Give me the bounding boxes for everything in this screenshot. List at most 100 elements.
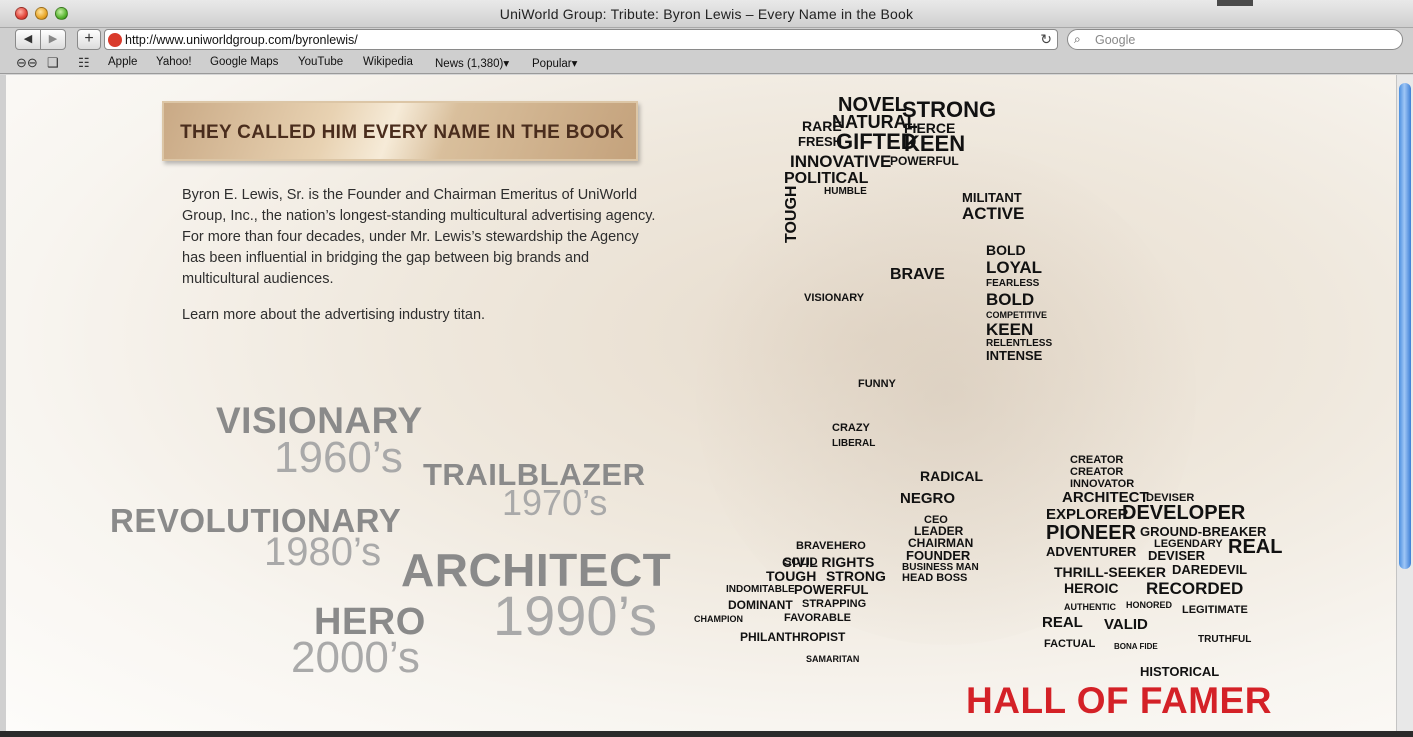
portrait-word: RADICAL <box>920 468 983 484</box>
forward-button[interactable]: ▶ <box>40 29 66 50</box>
portrait-word: LOYAL <box>986 258 1043 277</box>
headline-banner: THEY CALLED HIM EVERY NAME IN THE BOOK <box>162 101 638 161</box>
reload-icon[interactable]: ↻ <box>1040 31 1052 48</box>
portrait-word: REAL <box>1228 536 1283 558</box>
portrait-word: COMPETITIVE <box>986 310 1048 320</box>
portrait-word: FOUNDER <box>906 548 971 563</box>
vertical-scrollbar[interactable] <box>1396 75 1413 731</box>
portrait-word: BONA FIDE <box>1114 642 1158 651</box>
portrait-word: TRUTHFUL <box>1198 634 1252 645</box>
bookmark-youtube[interactable]: YouTube <box>298 56 343 68</box>
top-sites-icon[interactable]: ☷ <box>78 55 90 71</box>
portrait-word: REAL <box>1042 614 1083 631</box>
bookmark-apple[interactable]: Apple <box>108 56 137 68</box>
portrait-word: AUTHENTIC <box>1064 602 1116 612</box>
timeline-year-1990s: 1990’s <box>493 584 658 647</box>
portrait-word: PIONEER <box>1046 522 1137 544</box>
portrait-word: HISTORICAL <box>1140 664 1220 679</box>
portrait-word: BRAVE <box>796 540 834 552</box>
portrait-word: TOUGH <box>766 568 817 584</box>
portrait-word: FACTUAL <box>1044 638 1096 650</box>
portrait-word: VISIONARY <box>804 292 865 304</box>
portrait-word: MILITANT <box>962 190 1022 205</box>
portrait-word: KEEN <box>986 320 1034 339</box>
timeline-year-2000s: 2000’s <box>291 633 420 682</box>
timeline-year-1960s: 1960’s <box>274 433 403 482</box>
banner-title: THEY CALLED HIM EVERY NAME IN THE BOOK <box>180 122 624 143</box>
portrait-word: BOLD <box>986 242 1026 258</box>
desktop-thumbnail <box>1217 0 1253 6</box>
back-button[interactable]: ◀ <box>15 29 41 50</box>
bookmarks-bar: ⊖⊖ ❑ ☷ Apple Yahoo! Google Maps YouTube … <box>0 52 1413 74</box>
portrait-word: INNOVATIVE <box>790 152 892 171</box>
portrait-word: STRAPPING <box>802 598 867 610</box>
portrait-word: CHAMPION <box>694 614 743 624</box>
portrait-word: HONORED <box>1126 600 1173 610</box>
portrait-word: RECORDED <box>1146 579 1244 598</box>
timeline-year-1980s: 1980’s <box>264 530 382 574</box>
bookmark-yahoo[interactable]: Yahoo! <box>156 56 192 68</box>
portrait-word: HERO <box>834 540 866 552</box>
site-favicon-icon <box>108 33 122 47</box>
search-field[interactable]: ⌕ Google <box>1067 29 1403 50</box>
chevron-down-icon: ▾ <box>503 58 510 70</box>
bookmark-popular[interactable]: Popular▾ <box>532 56 577 70</box>
portrait-word: KEEN <box>904 131 966 156</box>
portrait-word: HUMBLE <box>824 186 867 197</box>
add-bookmark-button[interactable]: + <box>77 29 101 50</box>
timeline-year-1970s: 1970’s <box>502 482 608 523</box>
portrait-word: CREATOR <box>1070 466 1124 478</box>
bookmark-news[interactable]: News (1,380)▾ <box>435 56 509 70</box>
portrait-word: ACTIVE <box>962 204 1025 223</box>
portrait-word: FEARLESS <box>986 278 1040 289</box>
forward-arrow-icon: ▶ <box>48 33 58 45</box>
portrait-word: DEVISER <box>1148 548 1206 563</box>
portrait-word: HEAD BOSS <box>902 572 968 584</box>
portrait-word: STRONG <box>826 568 886 584</box>
bookmark-wikipedia[interactable]: Wikipedia <box>363 56 413 68</box>
browser-toolbar: ◀ ▶ + http://www.uniworldgroup.com/byron… <box>0 28 1413 52</box>
word-portrait: NOVEL STRONG RARE NATURAL FIERCE FRESH G… <box>686 83 1286 693</box>
search-placeholder: Google <box>1095 33 1136 47</box>
portrait-word: THRILL-SEEKER <box>1054 564 1166 580</box>
portrait-word: INTENSE <box>986 348 1043 363</box>
scrollbar-thumb[interactable] <box>1399 83 1411 569</box>
chevron-down-icon: ▾ <box>571 58 578 70</box>
portrait-word: TOUGH <box>783 185 800 243</box>
title-bar: UniWorld Group: Tribute: Byron Lewis – E… <box>0 0 1413 28</box>
bookmarks-icon[interactable]: ❑ <box>47 55 59 71</box>
search-icon: ⌕ <box>1074 32 1081 46</box>
plus-icon: + <box>84 30 94 47</box>
learn-more-link[interactable]: Learn more about the advertising industr… <box>182 307 485 323</box>
portrait-word: EXPLORER <box>1046 506 1129 523</box>
portrait-word: POWERFUL <box>890 154 959 168</box>
portrait-word: HEROIC <box>1064 580 1119 596</box>
portrait-word: ADVENTURER <box>1046 544 1137 559</box>
portrait-word: DOMINANT <box>728 598 793 612</box>
address-bar[interactable]: http://www.uniworldgroup.com/byronlewis/… <box>104 29 1058 50</box>
bottom-edge <box>0 731 1413 737</box>
portrait-word: CRAZY <box>832 422 870 434</box>
portrait-word: BOLD <box>986 290 1035 309</box>
portrait-word: DAREDEVIL <box>1172 562 1248 577</box>
portrait-word: FUNNY <box>858 378 896 390</box>
bookmark-google-maps[interactable]: Google Maps <box>210 56 278 68</box>
portrait-word: VALID <box>1104 616 1148 633</box>
page-content: THEY CALLED HIM EVERY NAME IN THE BOOK B… <box>6 75 1396 731</box>
portrait-word: NEGRO <box>900 490 956 507</box>
portrait-word: PHILANTHROPIST <box>740 630 846 644</box>
portrait-word: POWERFUL <box>794 582 869 597</box>
portrait-word: INDOMITABLE <box>726 584 795 595</box>
portrait-word: LEGITIMATE <box>1182 604 1248 616</box>
hall-of-famer-title: HALL OF FAMER <box>966 680 1272 721</box>
reading-list-icon[interactable]: ⊖⊖ <box>16 55 38 71</box>
portrait-word: SAMARITAN <box>806 654 860 664</box>
browser-window: UniWorld Group: Tribute: Byron Lewis – E… <box>0 0 1413 737</box>
intro-paragraph: Byron E. Lewis, Sr. is the Founder and C… <box>182 187 656 287</box>
portrait-word: LIBERAL <box>832 438 876 449</box>
portrait-word: BRAVE <box>890 266 945 283</box>
portrait-word: DEVELOPER <box>1122 502 1246 524</box>
bookmark-news-label: News (1,380) <box>435 58 504 70</box>
url-text[interactable]: http://www.uniworldgroup.com/byronlewis/ <box>125 33 358 47</box>
bookmark-popular-label: Popular <box>532 58 572 70</box>
